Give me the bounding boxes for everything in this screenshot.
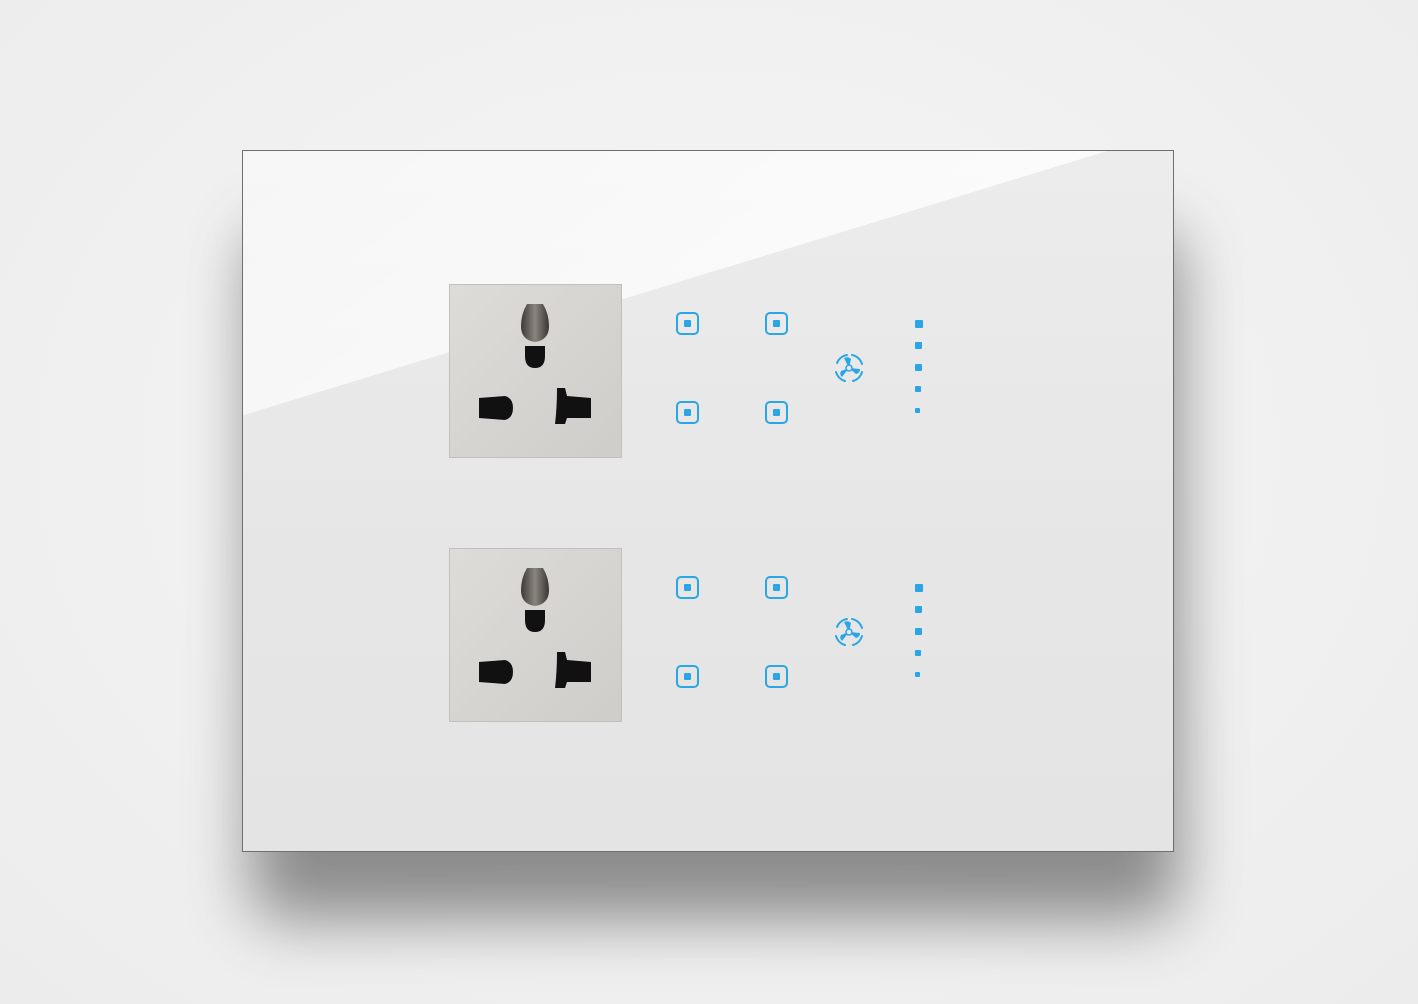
- touch-switch-4[interactable]: [765, 665, 788, 688]
- fan-speed-indicator[interactable]: [913, 584, 925, 689]
- touch-switch-1[interactable]: [676, 312, 699, 335]
- speed-level-2[interactable]: [915, 650, 921, 656]
- speed-level-4[interactable]: [915, 606, 922, 613]
- fan-icon[interactable]: [831, 350, 867, 386]
- switch-plate: [242, 150, 1174, 852]
- touch-switch-2[interactable]: [765, 312, 788, 335]
- touch-switch-2[interactable]: [765, 576, 788, 599]
- scene-background: [0, 0, 1418, 1004]
- glass-reflection: [243, 151, 1108, 416]
- module-1: [243, 284, 1173, 464]
- touch-switch-4[interactable]: [765, 401, 788, 424]
- module-2: [243, 548, 1173, 728]
- speed-level-3[interactable]: [915, 628, 922, 635]
- touch-switch-1[interactable]: [676, 576, 699, 599]
- universal-socket-icon[interactable]: [449, 284, 622, 458]
- fan-icon[interactable]: [831, 614, 867, 650]
- universal-socket-icon[interactable]: [449, 548, 622, 722]
- touch-switch-3[interactable]: [676, 665, 699, 688]
- speed-level-1[interactable]: [915, 408, 920, 413]
- fan-speed-indicator[interactable]: [913, 320, 925, 425]
- touch-switch-3[interactable]: [676, 401, 699, 424]
- speed-level-3[interactable]: [915, 364, 922, 371]
- speed-level-5[interactable]: [915, 584, 923, 592]
- speed-level-4[interactable]: [915, 342, 922, 349]
- speed-level-1[interactable]: [915, 672, 920, 677]
- speed-level-5[interactable]: [915, 320, 923, 328]
- speed-level-2[interactable]: [915, 386, 921, 392]
